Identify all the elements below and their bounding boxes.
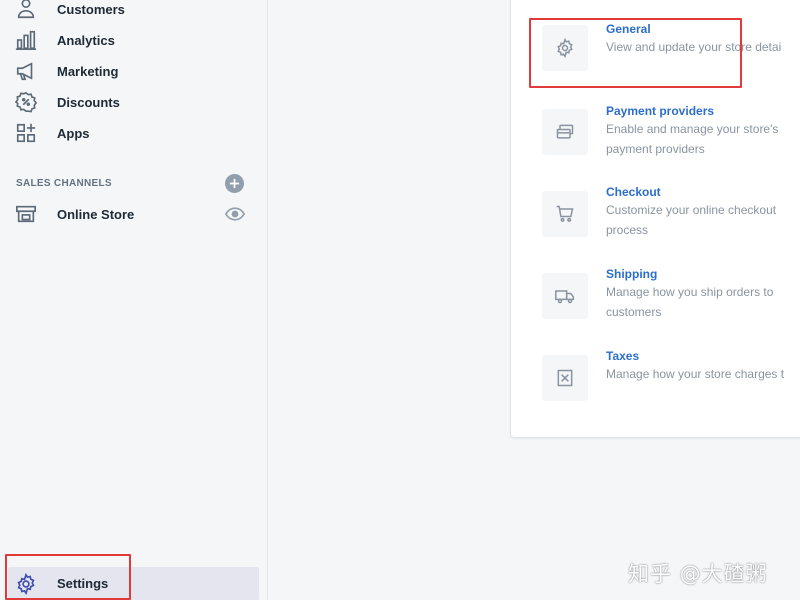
setting-shipping[interactable]: Shipping Manage how you ship orders to c… — [511, 265, 800, 335]
sidebar-item-marketing[interactable]: Marketing — [0, 56, 260, 86]
settings-card: General View and update your store detai… — [510, 0, 800, 438]
sidebar-item-label: Discounts — [57, 94, 120, 110]
setting-taxes[interactable]: Taxes Manage how your store charges t — [511, 347, 800, 417]
setting-title: Taxes — [606, 349, 640, 363]
sidebar-item-label: Customers — [57, 1, 125, 17]
setting-description: Manage how your store charges t — [606, 367, 785, 381]
sidebar-item-label: Online Store — [57, 206, 135, 222]
add-sales-channel-button[interactable] — [225, 174, 244, 193]
sidebar-item-discounts[interactable]: Discounts — [0, 87, 260, 117]
sidebar-item-apps[interactable]: Apps — [0, 118, 260, 148]
setting-payment-providers[interactable]: Payment providers Enable and manage your… — [511, 101, 800, 171]
sidebar-item-label: Analytics — [57, 32, 115, 48]
plus-icon — [229, 178, 240, 189]
sales-channels-heading: SALES CHANNELS — [16, 178, 112, 189]
gear-icon — [14, 572, 38, 596]
store-icon — [14, 202, 38, 226]
setting-description: Customize your online checkout process — [606, 203, 777, 237]
setting-general[interactable]: General View and update your store detai — [511, 19, 800, 89]
setting-checkout[interactable]: Checkout Customize your online checkout … — [511, 183, 800, 253]
eye-icon — [225, 207, 245, 221]
sidebar: Customers Analytics Marketing Discounts … — [0, 0, 268, 600]
truck-icon — [542, 273, 588, 319]
discount-icon — [14, 90, 38, 114]
person-icon — [14, 0, 38, 21]
watermark: 知乎 @大碴粥 — [628, 562, 768, 586]
setting-title: Shipping — [606, 267, 658, 281]
setting-title: General — [606, 22, 651, 36]
payment-icon — [542, 109, 588, 155]
apps-icon — [14, 121, 38, 145]
view-online-store-button[interactable] — [224, 205, 246, 223]
sidebar-item-analytics[interactable]: Analytics — [0, 25, 260, 55]
sidebar-item-label: Apps — [57, 125, 90, 141]
setting-title: Payment providers — [606, 104, 715, 118]
sidebar-item-customers[interactable]: Customers — [0, 0, 260, 24]
sidebar-item-online-store[interactable]: Online Store — [0, 199, 260, 229]
bar-chart-icon — [14, 28, 38, 52]
gear-icon — [542, 25, 588, 71]
setting-description: View and update your store detai — [606, 40, 782, 54]
megaphone-icon — [14, 59, 38, 83]
sidebar-item-settings[interactable]: Settings — [8, 567, 259, 600]
sidebar-item-label: Marketing — [57, 63, 119, 79]
setting-description: Enable and manage your store's payment p… — [606, 122, 779, 156]
cart-icon — [542, 191, 588, 237]
setting-title: Checkout — [606, 185, 661, 199]
setting-description: Manage how you ship orders to customers — [606, 285, 774, 319]
taxes-icon — [542, 355, 588, 401]
sidebar-item-label: Settings — [57, 576, 109, 591]
